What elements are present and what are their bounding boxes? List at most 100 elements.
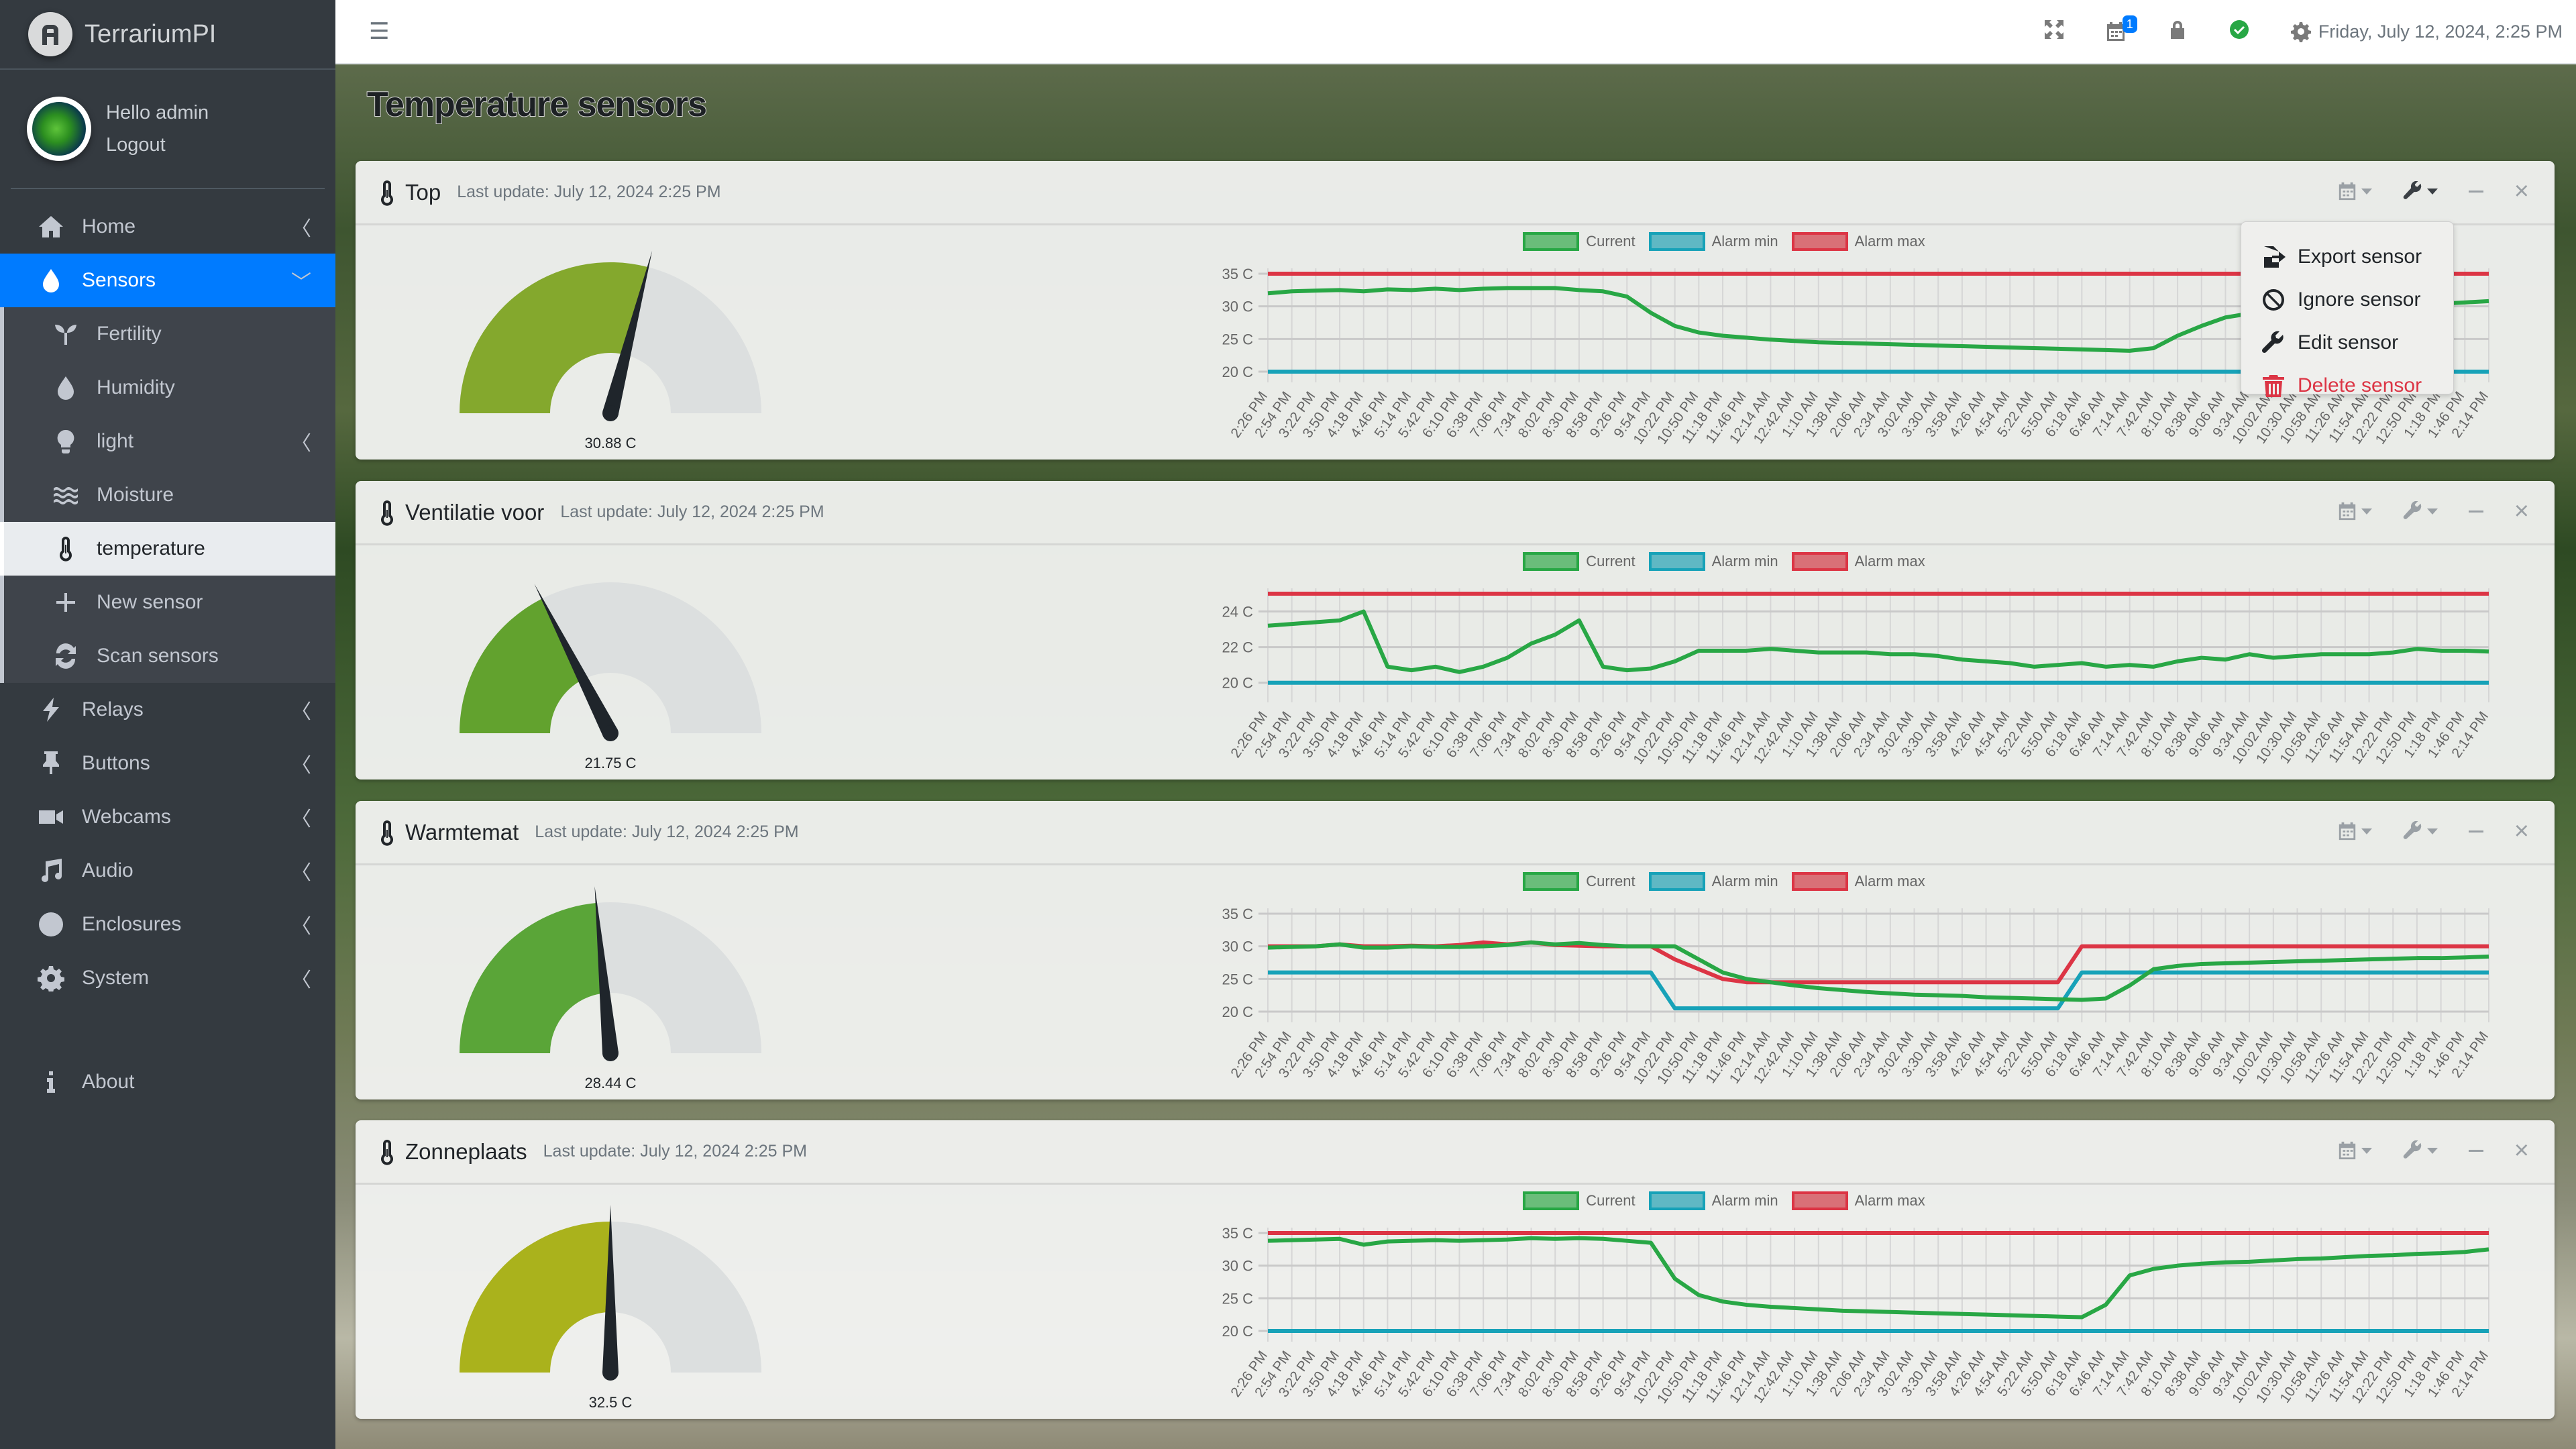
legend-alarm-max[interactable]: Alarm max bbox=[1791, 552, 1925, 571]
legend-alarm-max[interactable]: Alarm max bbox=[1791, 1191, 1925, 1210]
chevron-down-icon: ﹀ bbox=[291, 272, 311, 294]
brand-logo-icon bbox=[28, 12, 72, 56]
menu-item-label: Edit sensor bbox=[2298, 331, 2399, 354]
trash-icon bbox=[2263, 375, 2284, 397]
sidebar-item-buttons[interactable]: Buttons 〈 bbox=[0, 737, 335, 790]
sensor-card: Top Last update: July 12, 2024 2:25 PM × 30… bbox=[356, 161, 2555, 460]
plus-icon bbox=[51, 588, 80, 617]
calendar-button[interactable]: 1 bbox=[2105, 15, 2137, 42]
datetime: Friday, July 12, 2024, 2:25 PM bbox=[2290, 21, 2563, 42]
close-button[interactable]: × bbox=[2514, 818, 2529, 844]
brand[interactable]: TerrariumPI bbox=[0, 0, 335, 70]
sidebar: TerrariumPI Hello admin Logout Home 〈 Sens… bbox=[0, 0, 335, 1449]
collapse-button[interactable] bbox=[2468, 830, 2483, 833]
menu-item-export-sensor[interactable]: Export sensor bbox=[2241, 235, 2453, 278]
sensor-name: Zonneplaats bbox=[405, 1138, 527, 1164]
legend-alarm-max[interactable]: Alarm max bbox=[1791, 872, 1925, 891]
sidebar-item-about[interactable]: About bbox=[0, 1055, 335, 1109]
check-circle-icon[interactable] bbox=[2229, 19, 2250, 45]
legend-label: Alarm min bbox=[1711, 873, 1778, 890]
close-button[interactable]: × bbox=[2514, 498, 2529, 524]
avatar[interactable] bbox=[27, 97, 91, 161]
collapse-button[interactable] bbox=[2468, 1149, 2483, 1152]
sidebar-item-sensors[interactable]: Sensors ﹀ bbox=[0, 254, 335, 307]
last-update: Last update: July 12, 2024 2:25 PM bbox=[457, 182, 721, 201]
period-dropdown[interactable] bbox=[2337, 501, 2372, 521]
sidebar-item-webcams[interactable]: Webcams 〈 bbox=[0, 790, 335, 844]
period-dropdown[interactable] bbox=[2337, 181, 2372, 201]
gauge-value: 21.75 C bbox=[584, 755, 637, 771]
legend-alarm-min[interactable]: Alarm min bbox=[1648, 552, 1778, 571]
sidebar-item-moisture[interactable]: Moisture bbox=[0, 468, 335, 522]
legend-current[interactable]: Current bbox=[1523, 552, 1635, 571]
cog-icon bbox=[36, 963, 66, 993]
caret-down-icon bbox=[2426, 508, 2438, 515]
caret-down-icon bbox=[2426, 188, 2438, 195]
globe-icon bbox=[36, 910, 66, 939]
last-update: Last update: July 12, 2024 2:25 PM bbox=[543, 1142, 807, 1161]
menu-item-edit-sensor[interactable]: Edit sensor bbox=[2241, 321, 2453, 364]
gauge-needle-hub bbox=[602, 725, 619, 741]
actions-dropdown[interactable] bbox=[2403, 1140, 2438, 1161]
sidebar-item-light[interactable]: light 〈 bbox=[0, 415, 335, 468]
period-dropdown[interactable] bbox=[2337, 821, 2372, 841]
sidebar-item-label: Fertility bbox=[97, 323, 162, 345]
chevron-left-icon: 〈 bbox=[291, 701, 311, 723]
chevron-left-icon: 〈 bbox=[291, 808, 311, 830]
gauge-svg bbox=[460, 886, 761, 1061]
legend-label: Current bbox=[1586, 553, 1635, 570]
sidebar-item-temperature[interactable]: temperature bbox=[0, 522, 335, 576]
gauge-svg bbox=[460, 250, 761, 421]
sidebar-item-audio[interactable]: Audio 〈 bbox=[0, 844, 335, 898]
legend-alarm-min[interactable]: Alarm min bbox=[1648, 1191, 1778, 1210]
sidebar-item-system[interactable]: System 〈 bbox=[0, 951, 335, 1005]
seedling-icon bbox=[51, 319, 80, 349]
legend-alarm-min[interactable]: Alarm min bbox=[1648, 872, 1778, 891]
expand-icon[interactable] bbox=[2043, 19, 2065, 45]
sidebar-item-scan-sensors[interactable]: Scan sensors bbox=[0, 629, 335, 683]
chevron-left-icon: 〈 bbox=[291, 969, 311, 991]
sidebar-item-label: System bbox=[82, 967, 150, 989]
gauge-needle-hub bbox=[602, 1364, 619, 1381]
gauge-needle-hub bbox=[602, 1045, 619, 1061]
sidebar-item-label: New sensor bbox=[97, 591, 203, 613]
card-header: Zonneplaats Last update: July 12, 2024 2:… bbox=[356, 1120, 2555, 1185]
sidebar-item-label: Enclosures bbox=[82, 913, 182, 935]
calendar-icon bbox=[2339, 182, 2355, 201]
actions-dropdown[interactable] bbox=[2403, 821, 2438, 841]
sidebar-item-home[interactable]: Home 〈 bbox=[0, 200, 335, 254]
logout-link[interactable]: Logout bbox=[106, 129, 209, 161]
menu-item-label: Delete sensor bbox=[2298, 374, 2422, 396]
actions-dropdown[interactable] bbox=[2403, 501, 2438, 521]
legend-alarm-max[interactable]: Alarm max bbox=[1791, 232, 1925, 251]
sidebar-item-humidity[interactable]: Humidity bbox=[0, 361, 335, 415]
bars-icon[interactable]: ☰ bbox=[369, 18, 389, 45]
card-header: Warmtemat Last update: July 12, 2024 2:25… bbox=[356, 801, 2555, 865]
sidebar-item-enclosures[interactable]: Enclosures 〈 bbox=[0, 898, 335, 951]
close-button[interactable]: × bbox=[2514, 178, 2529, 204]
legend-alarm-min[interactable]: Alarm min bbox=[1648, 232, 1778, 251]
collapse-button[interactable] bbox=[2468, 190, 2483, 193]
legend-current[interactable]: Current bbox=[1523, 1191, 1635, 1210]
app-name: TerrariumPI bbox=[85, 19, 217, 48]
calendar-icon bbox=[2339, 502, 2355, 521]
collapse-button[interactable] bbox=[2468, 510, 2483, 513]
y-tick-label: 30 C bbox=[1222, 938, 1254, 955]
legend-current[interactable]: Current bbox=[1523, 872, 1635, 891]
ban-icon bbox=[2263, 289, 2284, 311]
chevron-left-icon: 〈 bbox=[291, 218, 311, 240]
sidebar-item-fertility[interactable]: Fertility bbox=[0, 307, 335, 361]
sidebar-nav: Home 〈 Sensors ﹀ Fertility Humidity light 〈 Mois… bbox=[0, 189, 335, 1109]
sidebar-item-new-sensor[interactable]: New sensor bbox=[0, 576, 335, 629]
y-tick-label: 24 C bbox=[1222, 604, 1254, 621]
lock-icon[interactable] bbox=[2167, 19, 2188, 45]
legend-current[interactable]: Current bbox=[1523, 232, 1635, 251]
menu-item-delete-sensor[interactable]: Delete sensor bbox=[2241, 364, 2453, 407]
menu-item-ignore-sensor[interactable]: Ignore sensor bbox=[2241, 278, 2453, 321]
period-dropdown[interactable] bbox=[2337, 1140, 2372, 1161]
sidebar-item-relays[interactable]: Relays 〈 bbox=[0, 683, 335, 737]
close-button[interactable]: × bbox=[2514, 1138, 2529, 1163]
actions-dropdown[interactable] bbox=[2403, 181, 2438, 201]
sidebar-item-label: Audio bbox=[82, 859, 133, 881]
y-tick-label: 35 C bbox=[1222, 266, 1254, 282]
